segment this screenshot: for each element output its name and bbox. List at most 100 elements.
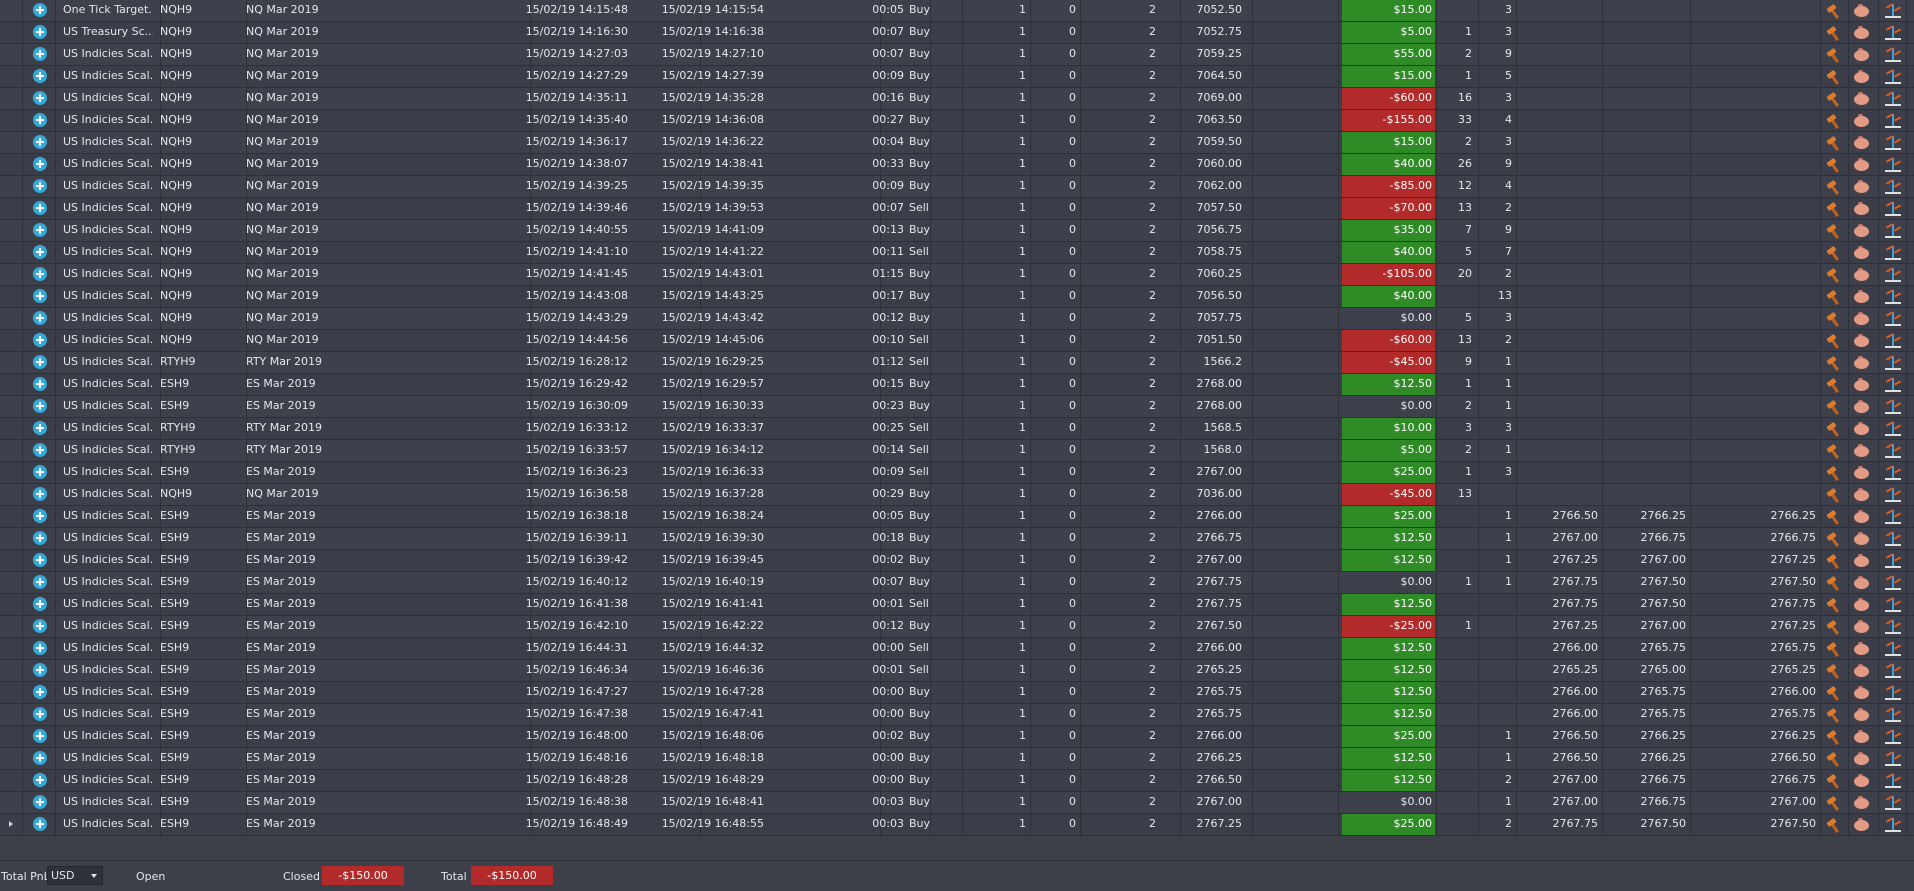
table-row[interactable]: US Indicies Scal... ESH9 ES Mar 2019 15/02/… bbox=[0, 814, 1914, 836]
table-row[interactable]: US Indicies Scal... ESH9 ES Mar 2019 15/02/… bbox=[0, 792, 1914, 814]
piggy-bank-icon[interactable] bbox=[1853, 684, 1871, 701]
table-row[interactable]: US Indicies Scal... ESH9 ES Mar 2019 15/02/… bbox=[0, 616, 1914, 638]
scale-icon[interactable] bbox=[1884, 288, 1902, 305]
expand-row-plus-icon[interactable] bbox=[33, 795, 47, 809]
expand-row-plus-icon[interactable] bbox=[33, 685, 47, 699]
piggy-bank-icon[interactable] bbox=[1853, 574, 1871, 591]
scale-icon[interactable] bbox=[1884, 46, 1902, 63]
piggy-bank-icon[interactable] bbox=[1853, 222, 1871, 239]
expand-row-plus-icon[interactable] bbox=[33, 223, 47, 237]
scale-icon[interactable] bbox=[1884, 376, 1902, 393]
scale-icon[interactable] bbox=[1884, 442, 1902, 459]
table-row[interactable]: US Indicies Scal... NQH9 NQ Mar 2019 15/02/… bbox=[0, 132, 1914, 154]
hammer-icon[interactable] bbox=[1825, 310, 1843, 327]
table-row[interactable]: US Indicies Scal... NQH9 NQ Mar 2019 15/02/… bbox=[0, 66, 1914, 88]
scale-icon[interactable] bbox=[1884, 530, 1902, 547]
expand-row-plus-icon[interactable] bbox=[33, 267, 47, 281]
hammer-icon[interactable] bbox=[1825, 750, 1843, 767]
piggy-bank-icon[interactable] bbox=[1853, 552, 1871, 569]
hammer-icon[interactable] bbox=[1825, 640, 1843, 657]
scale-icon[interactable] bbox=[1884, 310, 1902, 327]
piggy-bank-icon[interactable] bbox=[1853, 46, 1871, 63]
piggy-bank-icon[interactable] bbox=[1853, 310, 1871, 327]
expand-row-plus-icon[interactable] bbox=[33, 641, 47, 655]
hammer-icon[interactable] bbox=[1825, 728, 1843, 745]
hammer-icon[interactable] bbox=[1825, 376, 1843, 393]
hammer-icon[interactable] bbox=[1825, 112, 1843, 129]
piggy-bank-icon[interactable] bbox=[1853, 794, 1871, 811]
table-row[interactable]: US Indicies Scal... ESH9 ES Mar 2019 15/02/… bbox=[0, 396, 1914, 418]
hammer-icon[interactable] bbox=[1825, 332, 1843, 349]
scale-icon[interactable] bbox=[1884, 200, 1902, 217]
hammer-icon[interactable] bbox=[1825, 618, 1843, 635]
hammer-icon[interactable] bbox=[1825, 596, 1843, 613]
hammer-icon[interactable] bbox=[1825, 266, 1843, 283]
piggy-bank-icon[interactable] bbox=[1853, 156, 1871, 173]
expand-row-plus-icon[interactable] bbox=[33, 531, 47, 545]
scale-icon[interactable] bbox=[1884, 618, 1902, 635]
piggy-bank-icon[interactable] bbox=[1853, 90, 1871, 107]
piggy-bank-icon[interactable] bbox=[1853, 596, 1871, 613]
hammer-icon[interactable] bbox=[1825, 574, 1843, 591]
piggy-bank-icon[interactable] bbox=[1853, 530, 1871, 547]
scale-icon[interactable] bbox=[1884, 640, 1902, 657]
piggy-bank-icon[interactable] bbox=[1853, 200, 1871, 217]
piggy-bank-icon[interactable] bbox=[1853, 332, 1871, 349]
scale-icon[interactable] bbox=[1884, 24, 1902, 41]
hammer-icon[interactable] bbox=[1825, 530, 1843, 547]
scale-icon[interactable] bbox=[1884, 728, 1902, 745]
scale-icon[interactable] bbox=[1884, 684, 1902, 701]
expand-row-plus-icon[interactable] bbox=[33, 69, 47, 83]
scale-icon[interactable] bbox=[1884, 464, 1902, 481]
expand-row-plus-icon[interactable] bbox=[33, 377, 47, 391]
piggy-bank-icon[interactable] bbox=[1853, 266, 1871, 283]
table-row[interactable]: US Indicies Scal... NQH9 NQ Mar 2019 15/02/… bbox=[0, 198, 1914, 220]
scale-icon[interactable] bbox=[1884, 574, 1902, 591]
scale-icon[interactable] bbox=[1884, 156, 1902, 173]
hammer-icon[interactable] bbox=[1825, 420, 1843, 437]
scale-icon[interactable] bbox=[1884, 706, 1902, 723]
table-row[interactable]: US Indicies Scal... NQH9 NQ Mar 2019 15/02/… bbox=[0, 176, 1914, 198]
scale-icon[interactable] bbox=[1884, 486, 1902, 503]
piggy-bank-icon[interactable] bbox=[1853, 68, 1871, 85]
piggy-bank-icon[interactable] bbox=[1853, 640, 1871, 657]
scale-icon[interactable] bbox=[1884, 662, 1902, 679]
table-row[interactable]: US Indicies Scal... NQH9 NQ Mar 2019 15/02/… bbox=[0, 220, 1914, 242]
table-row[interactable]: US Indicies Scal... ESH9 ES Mar 2019 15/02/… bbox=[0, 528, 1914, 550]
table-row[interactable]: US Indicies Scal... ESH9 ES Mar 2019 15/02/… bbox=[0, 726, 1914, 748]
table-row[interactable]: US Indicies Scal... RTYH9 RTY Mar 2019 15/0… bbox=[0, 440, 1914, 462]
table-row[interactable]: US Indicies Scal... NQH9 NQ Mar 2019 15/02/… bbox=[0, 44, 1914, 66]
hammer-icon[interactable] bbox=[1825, 68, 1843, 85]
expand-row-plus-icon[interactable] bbox=[33, 553, 47, 567]
expand-row-plus-icon[interactable] bbox=[33, 751, 47, 765]
hammer-icon[interactable] bbox=[1825, 178, 1843, 195]
scale-icon[interactable] bbox=[1884, 552, 1902, 569]
scale-icon[interactable] bbox=[1884, 222, 1902, 239]
table-row[interactable]: US Indicies Scal... ESH9 ES Mar 2019 15/02/… bbox=[0, 660, 1914, 682]
expand-row-plus-icon[interactable] bbox=[33, 135, 47, 149]
scale-icon[interactable] bbox=[1884, 750, 1902, 767]
hammer-icon[interactable] bbox=[1825, 24, 1843, 41]
scale-icon[interactable] bbox=[1884, 420, 1902, 437]
hammer-icon[interactable] bbox=[1825, 464, 1843, 481]
hammer-icon[interactable] bbox=[1825, 354, 1843, 371]
table-row[interactable]: US Treasury Sc... NQH9 NQ Mar 2019 15/02/19… bbox=[0, 22, 1914, 44]
expand-row-plus-icon[interactable] bbox=[33, 817, 47, 831]
piggy-bank-icon[interactable] bbox=[1853, 178, 1871, 195]
piggy-bank-icon[interactable] bbox=[1853, 772, 1871, 789]
expand-row-plus-icon[interactable] bbox=[33, 509, 47, 523]
expand-row-plus-icon[interactable] bbox=[33, 245, 47, 259]
piggy-bank-icon[interactable] bbox=[1853, 508, 1871, 525]
scale-icon[interactable] bbox=[1884, 772, 1902, 789]
expand-row-plus-icon[interactable] bbox=[33, 487, 47, 501]
expand-row-plus-icon[interactable] bbox=[33, 3, 47, 17]
piggy-bank-icon[interactable] bbox=[1853, 2, 1871, 19]
piggy-bank-icon[interactable] bbox=[1853, 134, 1871, 151]
expand-row-plus-icon[interactable] bbox=[33, 707, 47, 721]
table-row[interactable]: US Indicies Scal... NQH9 NQ Mar 2019 15/02/… bbox=[0, 242, 1914, 264]
table-row[interactable]: US Indicies Scal... NQH9 NQ Mar 2019 15/02/… bbox=[0, 484, 1914, 506]
piggy-bank-icon[interactable] bbox=[1853, 24, 1871, 41]
piggy-bank-icon[interactable] bbox=[1853, 816, 1871, 833]
expand-row-plus-icon[interactable] bbox=[33, 333, 47, 347]
table-row[interactable]: US Indicies Scal... ESH9 ES Mar 2019 15/02/… bbox=[0, 682, 1914, 704]
